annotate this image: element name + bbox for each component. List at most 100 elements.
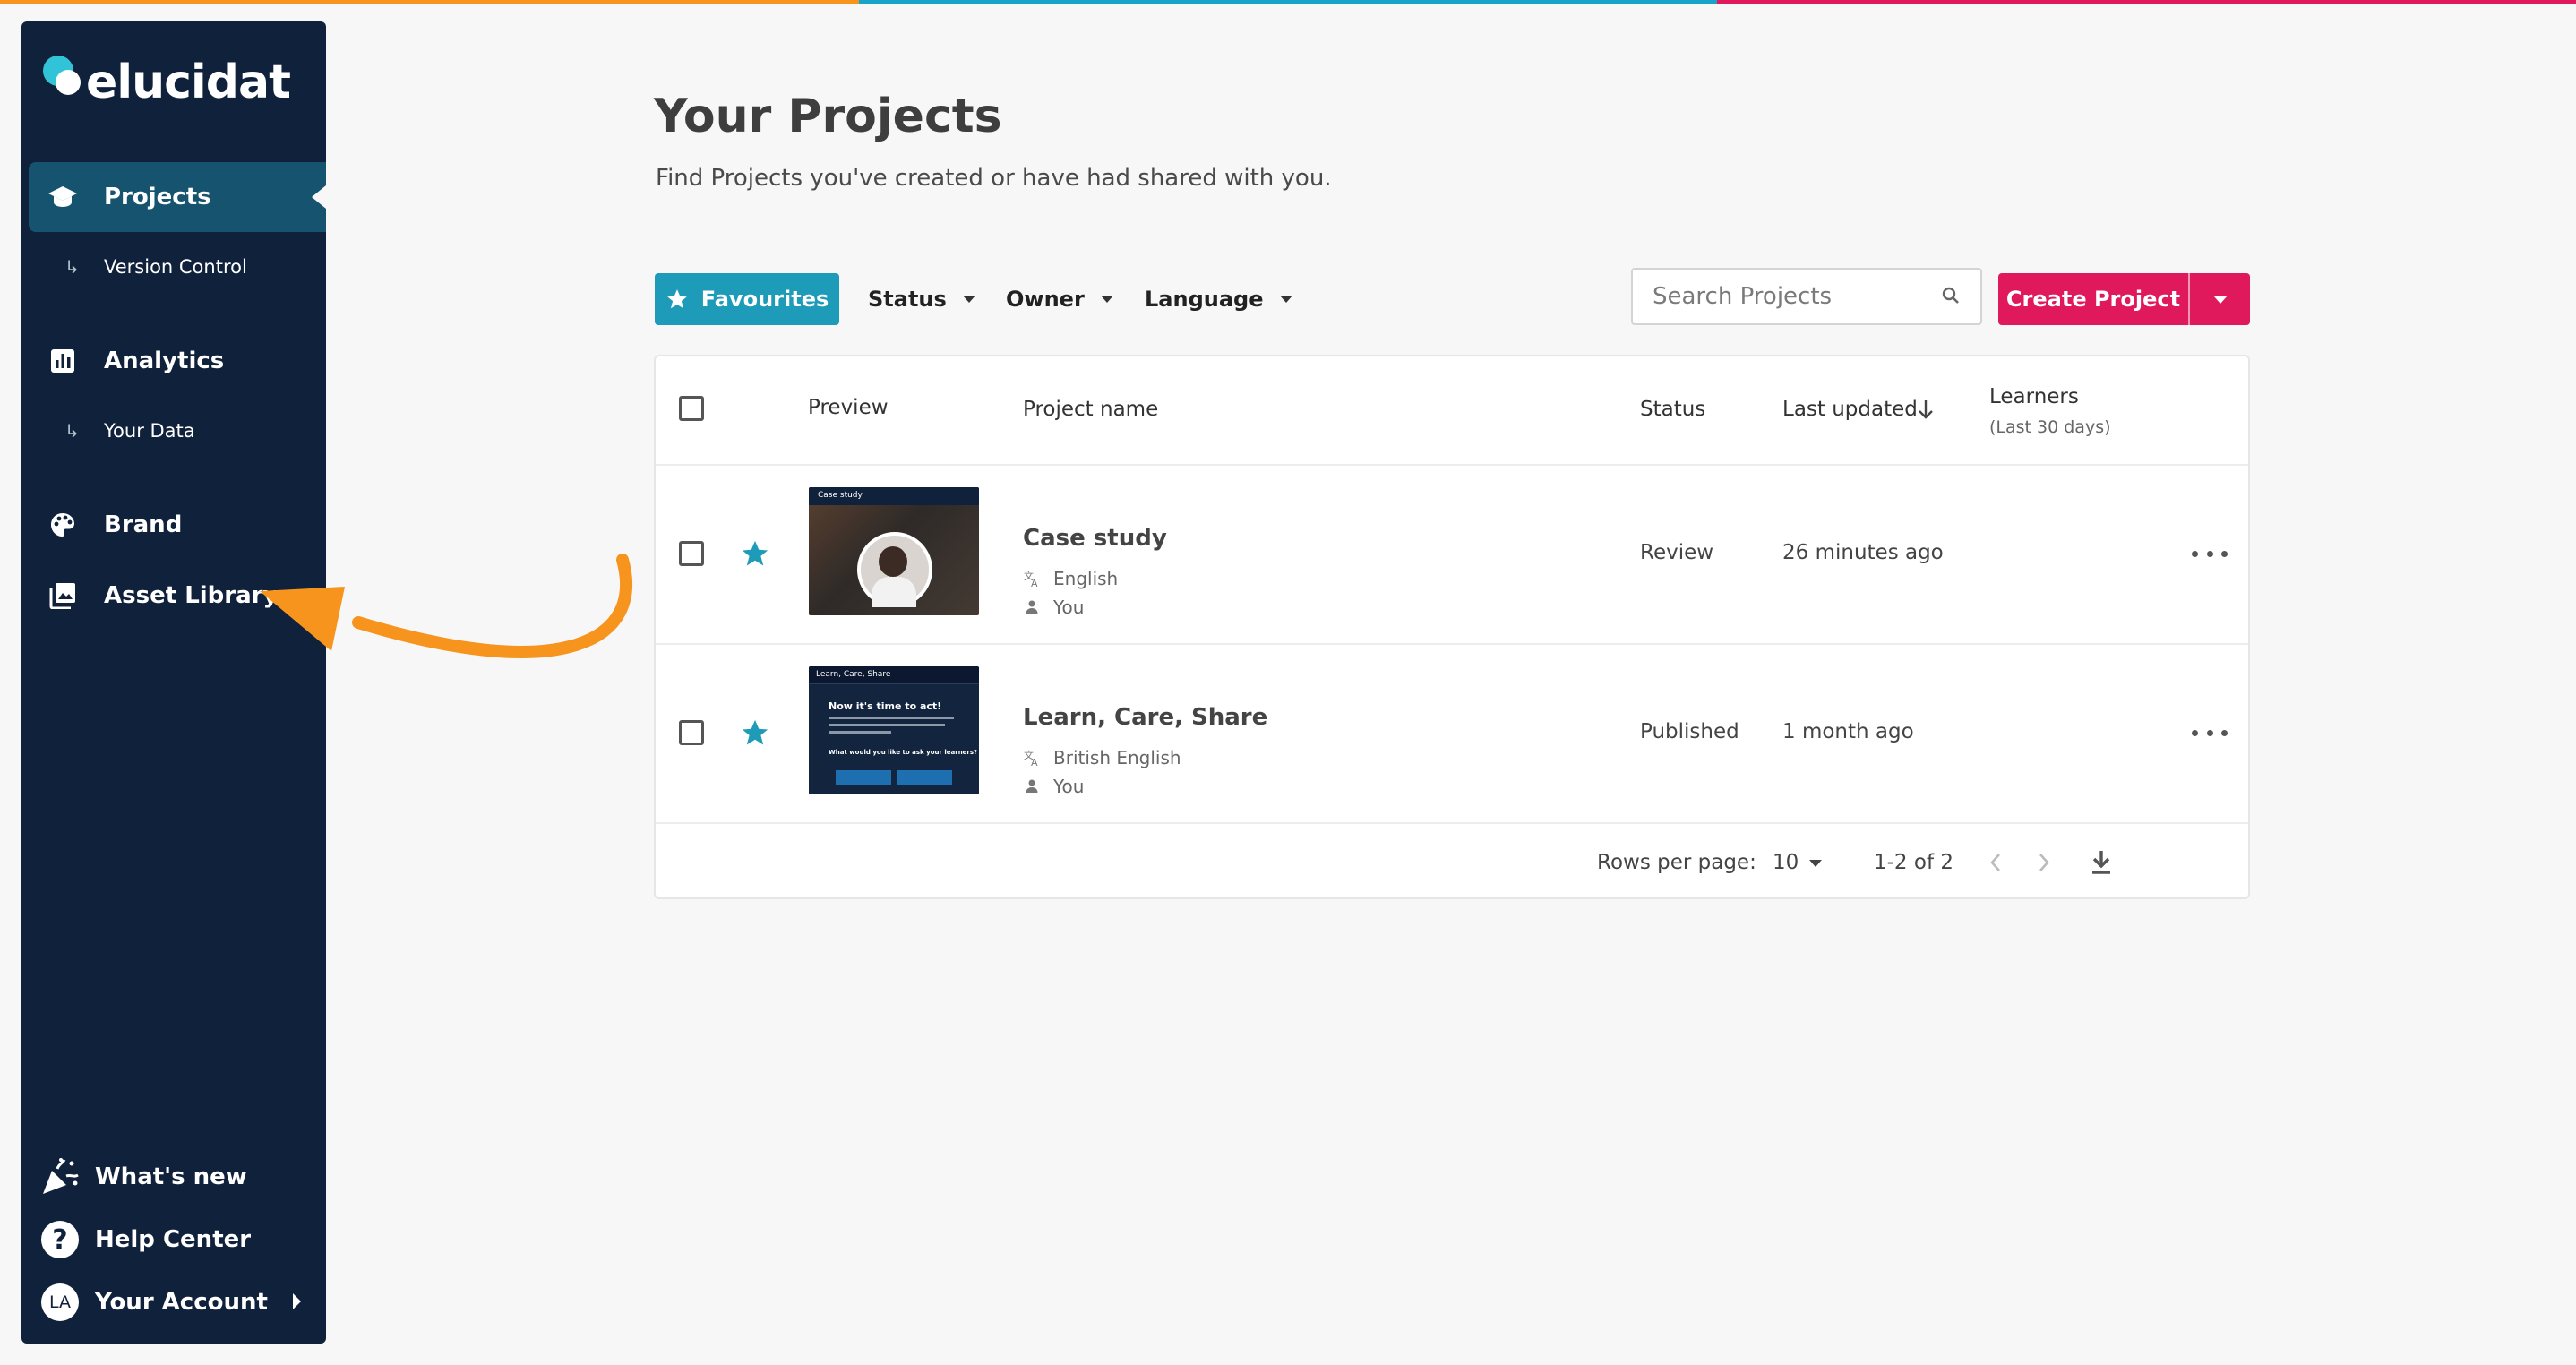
last-updated-cell: 1 month ago bbox=[1782, 720, 1914, 743]
sidebar-item-label: Your Data bbox=[104, 420, 195, 442]
project-name-link[interactable]: Learn, Care, Share bbox=[1023, 704, 1267, 731]
language-filter[interactable]: Language bbox=[1145, 279, 1292, 319]
project-name-link[interactable]: Case study bbox=[1023, 525, 1167, 552]
svg-text:A: A bbox=[1031, 578, 1038, 588]
project-thumbnail[interactable]: Case study bbox=[809, 487, 979, 615]
header-preview: Preview bbox=[808, 396, 889, 419]
favourites-filter-button[interactable]: Favourites bbox=[655, 273, 839, 325]
help-glyph: ? bbox=[41, 1221, 79, 1258]
help-center-link[interactable]: ? Help Center bbox=[39, 1215, 317, 1265]
avatar-initials: LA bbox=[41, 1283, 79, 1321]
sort-descending-icon[interactable] bbox=[1917, 398, 1935, 421]
sidebar-item-projects[interactable]: Projects bbox=[29, 162, 326, 232]
header-status[interactable]: Status bbox=[1640, 398, 1705, 421]
language-label: British English bbox=[1053, 747, 1181, 768]
logo-text: elucidat bbox=[86, 56, 291, 109]
caret-down-icon bbox=[1809, 859, 1823, 867]
your-account-label: Your Account bbox=[95, 1289, 268, 1316]
divider bbox=[656, 643, 2248, 645]
status-filter[interactable]: Status bbox=[868, 279, 975, 319]
page-subtitle: Find Projects you've created or have had… bbox=[656, 165, 1332, 192]
projects-table: Preview Project name Status Last updated… bbox=[654, 355, 2250, 899]
pagination-range: 1-2 of 2 bbox=[1874, 851, 1953, 874]
header-last-updated[interactable]: Last updated bbox=[1782, 398, 1918, 421]
sidebar-item-label: Projects bbox=[104, 184, 211, 210]
annotation-arrow bbox=[260, 554, 632, 658]
divider bbox=[656, 822, 2248, 824]
translate-icon: 文A bbox=[1024, 749, 1038, 767]
person-icon bbox=[1026, 600, 1038, 614]
project-language: 文A English bbox=[1023, 568, 1118, 589]
more-options-icon[interactable] bbox=[2192, 724, 2228, 742]
search-input[interactable]: Search Projects bbox=[1631, 268, 1982, 325]
header-learners: Learners bbox=[1989, 385, 2079, 408]
whats-new-label: What's new bbox=[95, 1163, 247, 1190]
chevron-left-icon[interactable] bbox=[1988, 851, 2004, 874]
sub-arrow-icon: ↳ bbox=[64, 420, 80, 442]
translate-icon: 文A bbox=[1024, 570, 1038, 588]
sidebar-item-analytics[interactable]: Analytics bbox=[29, 326, 326, 396]
caret-down-icon bbox=[1100, 296, 1113, 303]
star-icon bbox=[666, 289, 687, 309]
project-owner: You bbox=[1023, 776, 1084, 797]
project-language: 文A British English bbox=[1023, 747, 1181, 768]
more-options-icon[interactable] bbox=[2192, 545, 2228, 562]
whats-new-link[interactable]: What's new bbox=[39, 1152, 317, 1202]
sub-arrow-icon: ↳ bbox=[64, 256, 80, 278]
owner-label: You bbox=[1053, 776, 1085, 797]
rows-per-page-select[interactable]: 10 bbox=[1773, 851, 1823, 874]
owner-filter[interactable]: Owner bbox=[1006, 279, 1113, 319]
search-placeholder: Search Projects bbox=[1653, 283, 1833, 310]
create-project-split-button: Create Project bbox=[1998, 273, 2250, 325]
sidebar-item-version-control[interactable]: ↳ Version Control bbox=[64, 249, 247, 285]
graduation-cap-icon bbox=[47, 181, 79, 213]
select-all-checkbox[interactable] bbox=[679, 396, 704, 421]
create-project-button[interactable]: Create Project bbox=[1998, 273, 2188, 325]
thumb-title: Learn, Care, Share bbox=[816, 670, 891, 679]
header-project-name[interactable]: Project name bbox=[1023, 398, 1158, 421]
sidebar-item-label: Asset Library bbox=[104, 582, 279, 609]
top-color-stripe bbox=[0, 0, 2576, 4]
chevron-right-icon bbox=[293, 1293, 301, 1309]
search-icon bbox=[1942, 287, 1959, 304]
owner-label: You bbox=[1053, 597, 1085, 618]
star-icon[interactable] bbox=[740, 717, 770, 748]
thumb-question: What would you like to ask your learners… bbox=[829, 749, 978, 756]
divider bbox=[656, 464, 2248, 466]
project-thumbnail[interactable]: Learn, Care, Share Now it's time to act!… bbox=[809, 666, 979, 794]
question-circle-icon: ? bbox=[39, 1219, 81, 1260]
sidebar-item-label: Version Control bbox=[104, 256, 247, 278]
favourites-label: Favourites bbox=[700, 287, 829, 312]
person-icon bbox=[1026, 779, 1038, 793]
sidebar-item-your-data[interactable]: ↳ Your Data bbox=[64, 413, 195, 449]
row-checkbox[interactable] bbox=[679, 541, 704, 566]
filter-label: Status bbox=[868, 287, 947, 312]
header-learners-sub: (Last 30 days) bbox=[1989, 417, 2111, 437]
svg-text:A: A bbox=[1031, 757, 1038, 767]
your-account-menu[interactable]: LA Your Account bbox=[39, 1277, 317, 1327]
rows-per-page-label: Rows per page: bbox=[1597, 851, 1756, 874]
active-indicator bbox=[312, 185, 326, 209]
status-cell: Review bbox=[1640, 541, 1714, 564]
avatar: LA bbox=[39, 1282, 81, 1323]
rows-per-page-value: 10 bbox=[1773, 851, 1799, 874]
party-popper-icon bbox=[39, 1156, 81, 1198]
caret-down-icon bbox=[2212, 295, 2228, 304]
palette-icon bbox=[47, 509, 79, 541]
sidebar-item-label: Analytics bbox=[104, 348, 225, 374]
create-project-dropdown[interactable] bbox=[2190, 273, 2250, 325]
filter-label: Owner bbox=[1006, 287, 1085, 312]
caret-down-icon bbox=[962, 296, 975, 303]
help-center-label: Help Center bbox=[95, 1226, 252, 1253]
image-library-icon bbox=[47, 579, 79, 612]
sidebar-item-brand[interactable]: Brand bbox=[29, 490, 326, 560]
logo-mark bbox=[38, 54, 91, 107]
download-icon[interactable] bbox=[2089, 849, 2114, 876]
row-checkbox[interactable] bbox=[679, 720, 704, 745]
language-label: English bbox=[1053, 568, 1119, 589]
chevron-right-icon[interactable] bbox=[2036, 851, 2052, 874]
star-icon[interactable] bbox=[740, 538, 770, 569]
caret-down-icon bbox=[1279, 296, 1292, 303]
page-title: Your Projects bbox=[654, 90, 1002, 143]
elucidat-logo[interactable]: elucidat bbox=[38, 36, 291, 116]
